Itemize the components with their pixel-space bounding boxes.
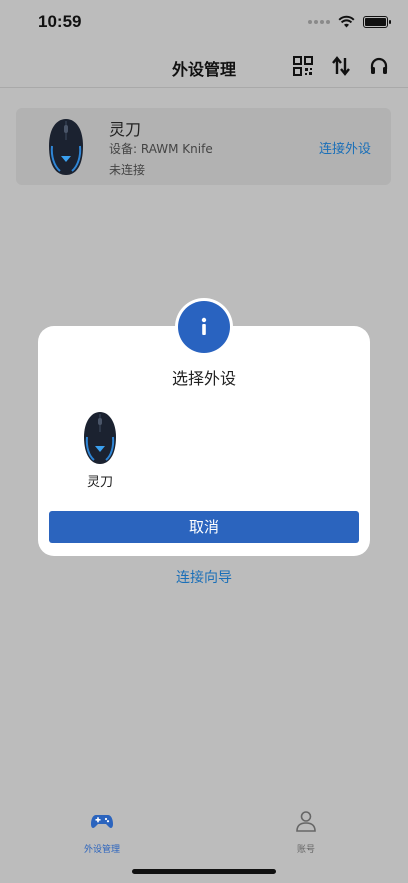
device-option-label: 灵刀 [86,475,113,490]
device-option[interactable]: 灵刀 [78,408,122,490]
select-device-dialog: 选择外设 灵刀 取消 [38,298,370,556]
nav-bar: 外设管理 [0,46,408,88]
sort-icon[interactable] [330,55,352,77]
battery-icon [363,15,391,28]
tab-account[interactable]: 账号 [266,810,346,855]
connection-guide-link[interactable]: 连接向导 [0,567,408,587]
mouse-image [84,412,116,464]
nav-actions [292,55,390,77]
device-name: 灵刀 [109,120,142,139]
tab-label: 账号 [296,845,315,855]
dialog-title: 选择外设 [171,369,236,388]
tab-device-management[interactable]: 外设管理 [62,810,142,855]
headset-icon[interactable] [368,55,390,77]
gamepad-icon [91,815,113,828]
device-model: 设备: RAWM Knife [109,142,213,156]
connect-device-link[interactable]: 连接外设 [319,138,371,157]
status-time: 10:59 [38,12,82,31]
status-bar: 10:59 [0,0,408,46]
status-icons [308,15,391,28]
tab-label: 外设管理 [83,845,120,855]
device-status: 未连接 [109,163,146,177]
cellular-signal-icon [308,19,330,24]
tab-bar: 外设管理 账号 [0,800,408,860]
home-indicator [132,869,276,874]
info-icon [201,317,207,335]
wifi-icon [338,15,355,28]
info-badge [175,298,233,356]
qr-code-icon[interactable] [292,55,314,77]
device-card[interactable]: 灵刀 设备: RAWM Knife 未连接 连接外设 [16,108,391,185]
person-icon [296,811,316,832]
mouse-image [49,119,83,175]
cancel-button[interactable]: 取消 [49,511,359,543]
